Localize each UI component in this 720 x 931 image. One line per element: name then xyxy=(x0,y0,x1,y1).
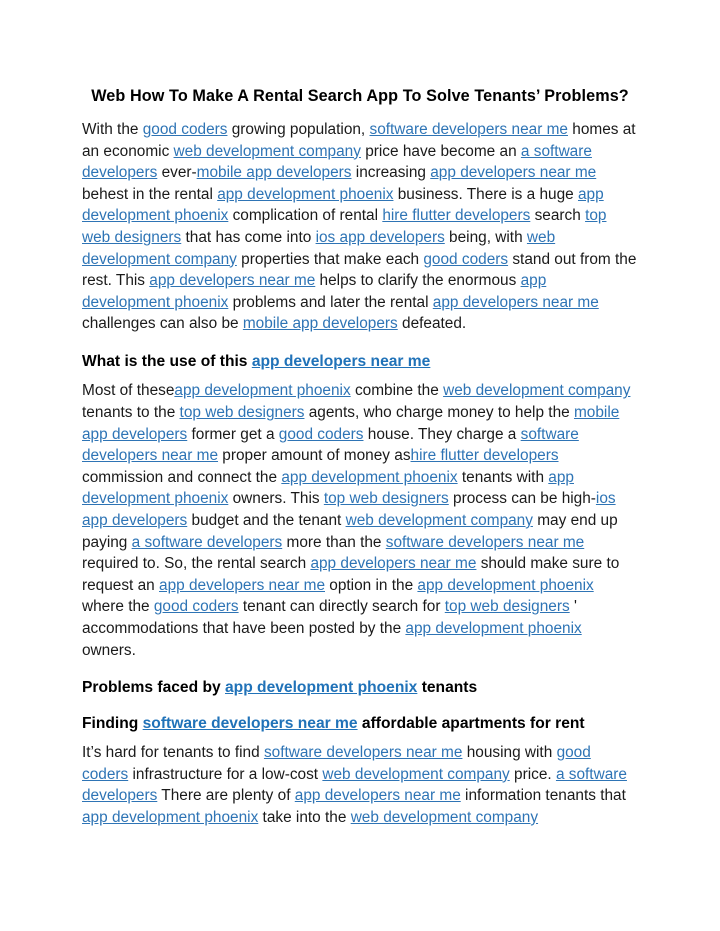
paragraph-use: Most of theseapp development phoenix com… xyxy=(82,380,638,661)
text-run: commission and connect the xyxy=(82,468,282,486)
link-hire-flutter-developers[interactable]: hire flutter developers xyxy=(382,207,530,224)
link-software-developers-near-me[interactable]: software developers near me xyxy=(370,121,568,138)
link-web-development-company[interactable]: web development company xyxy=(443,382,630,399)
text-run: helps to clarify the enormous xyxy=(315,272,521,290)
text-run: former get a xyxy=(187,425,279,443)
link-good-coders[interactable]: good coders xyxy=(279,426,364,443)
text-run: tenants to the xyxy=(82,404,180,422)
heading-finding-affordable-apartments: Finding software developers near me affo… xyxy=(82,713,638,735)
document-content: Web How To Make A Rental Search App To S… xyxy=(82,84,638,837)
paragraph-intro: With the good coders growing population,… xyxy=(82,119,638,335)
text-run: behest in the rental xyxy=(82,185,218,203)
text-run: challenges can also be xyxy=(82,315,243,333)
text-run: house. They charge a xyxy=(363,425,521,443)
link-mobile-app-developers[interactable]: mobile app developers xyxy=(197,164,352,181)
text-run: Problems faced by xyxy=(82,679,225,697)
text-run: more than the xyxy=(282,533,386,551)
heading-problems-faced-by: Problems faced by app development phoeni… xyxy=(82,677,638,699)
text-run: infrastructure for a low-cost xyxy=(128,765,323,783)
text-run: defeated. xyxy=(397,315,467,333)
link-web-development-company[interactable]: web development company xyxy=(174,143,361,160)
text-run: complication of rental xyxy=(228,207,383,225)
text-run: ever- xyxy=(157,164,197,182)
text-run: proper amount of money as xyxy=(218,447,411,465)
text-run: combine the xyxy=(350,382,444,400)
text-run: where the xyxy=(82,598,154,616)
link-app-developers-near-me[interactable]: app developers near me xyxy=(295,787,461,804)
link-web-development-company[interactable]: web development company xyxy=(322,766,509,783)
text-run: It’s hard for tenants to find xyxy=(82,744,264,762)
text-run: price. xyxy=(509,765,556,783)
text-run: option in the xyxy=(325,576,418,594)
link-good-coders[interactable]: good coders xyxy=(143,121,228,138)
text-run: process can be high- xyxy=(448,490,596,508)
text-run: owners. xyxy=(82,641,136,659)
text-run: tenants xyxy=(417,679,478,697)
document-page: Web How To Make A Rental Search App To S… xyxy=(0,0,720,931)
link-software-developers-near-me[interactable]: software developers near me xyxy=(386,534,584,551)
link-app-development-phoenix[interactable]: app development phoenix xyxy=(225,679,417,696)
text-run: tenant can directly search for xyxy=(238,598,445,616)
text-run: tenants with xyxy=(457,468,549,486)
link-a-software-developers[interactable]: a software developers xyxy=(132,534,283,551)
link-app-development-phoenix[interactable]: app development phoenix xyxy=(405,620,581,637)
link-app-developers-near-me[interactable]: app developers near me xyxy=(433,294,599,311)
link-good-coders[interactable]: good coders xyxy=(154,598,239,615)
text-run: properties that make each xyxy=(236,250,424,268)
heading-what-is-the-use: What is the use of this app developers n… xyxy=(82,351,638,373)
text-run: information tenants that xyxy=(460,787,626,805)
text-run: housing with xyxy=(462,744,557,762)
text-run: Most of these xyxy=(82,382,175,400)
text-run: budget and the tenant xyxy=(187,512,346,529)
link-app-developers-near-me[interactable]: app developers near me xyxy=(430,164,596,181)
link-top-web-designers[interactable]: top web designers xyxy=(445,598,570,615)
link-app-developers-near-me[interactable]: app developers near me xyxy=(310,555,476,572)
text-run: owners. This xyxy=(228,490,324,508)
paragraph-finding: It’s hard for tenants to find software d… xyxy=(82,742,638,828)
link-app-development-phoenix[interactable]: app development phoenix xyxy=(82,809,258,826)
text-run: search xyxy=(530,207,586,225)
text-run: growing population, xyxy=(227,121,370,138)
text-run: that has come into xyxy=(181,228,316,246)
link-app-development-phoenix[interactable]: app development phoenix xyxy=(174,382,350,399)
link-top-web-designers[interactable]: top web designers xyxy=(180,404,305,421)
link-good-coders[interactable]: good coders xyxy=(423,251,508,268)
text-run: There are plenty of xyxy=(157,787,295,805)
link-app-development-phoenix[interactable]: app development phoenix xyxy=(281,469,457,486)
link-hire-flutter-developers[interactable]: hire flutter developers xyxy=(411,447,559,464)
text-run: With the xyxy=(82,121,143,138)
text-run: business. There is a huge xyxy=(393,185,578,203)
text-run: What is the use of this xyxy=(82,352,252,370)
link-software-developers-near-me[interactable]: software developers near me xyxy=(264,744,462,761)
link-mobile-app-developers[interactable]: mobile app developers xyxy=(243,315,398,332)
text-run: increasing xyxy=(351,164,431,182)
text-run: being, with xyxy=(444,228,527,246)
link-app-developers-near-me[interactable]: app developers near me xyxy=(252,353,431,370)
link-ios-app-developers[interactable]: ios app developers xyxy=(316,229,445,246)
link-web-development-company[interactable]: web development company xyxy=(351,809,538,826)
link-app-development-phoenix[interactable]: app development phoenix xyxy=(217,186,393,203)
link-top-web-designers[interactable]: top web designers xyxy=(324,490,449,507)
text-run: price have become an xyxy=(360,142,521,160)
link-software-developers-near-me[interactable]: software developers near me xyxy=(143,715,358,732)
link-app-developers-near-me[interactable]: app developers near me xyxy=(149,272,315,289)
text-run: problems and later the rental xyxy=(228,293,433,311)
page-title: Web How To Make A Rental Search App To S… xyxy=(91,87,629,105)
link-app-development-phoenix[interactable]: app development phoenix xyxy=(417,577,593,594)
text-run: Finding xyxy=(82,714,143,732)
text-run: affordable apartments for rent xyxy=(357,714,585,732)
link-app-developers-near-me[interactable]: app developers near me xyxy=(159,577,325,594)
text-run: agents, who charge money to help the xyxy=(304,404,574,422)
link-web-development-company[interactable]: web development company xyxy=(346,512,533,529)
text-run: required to. So, the rental search xyxy=(82,555,311,573)
text-run: take into the xyxy=(258,808,351,826)
